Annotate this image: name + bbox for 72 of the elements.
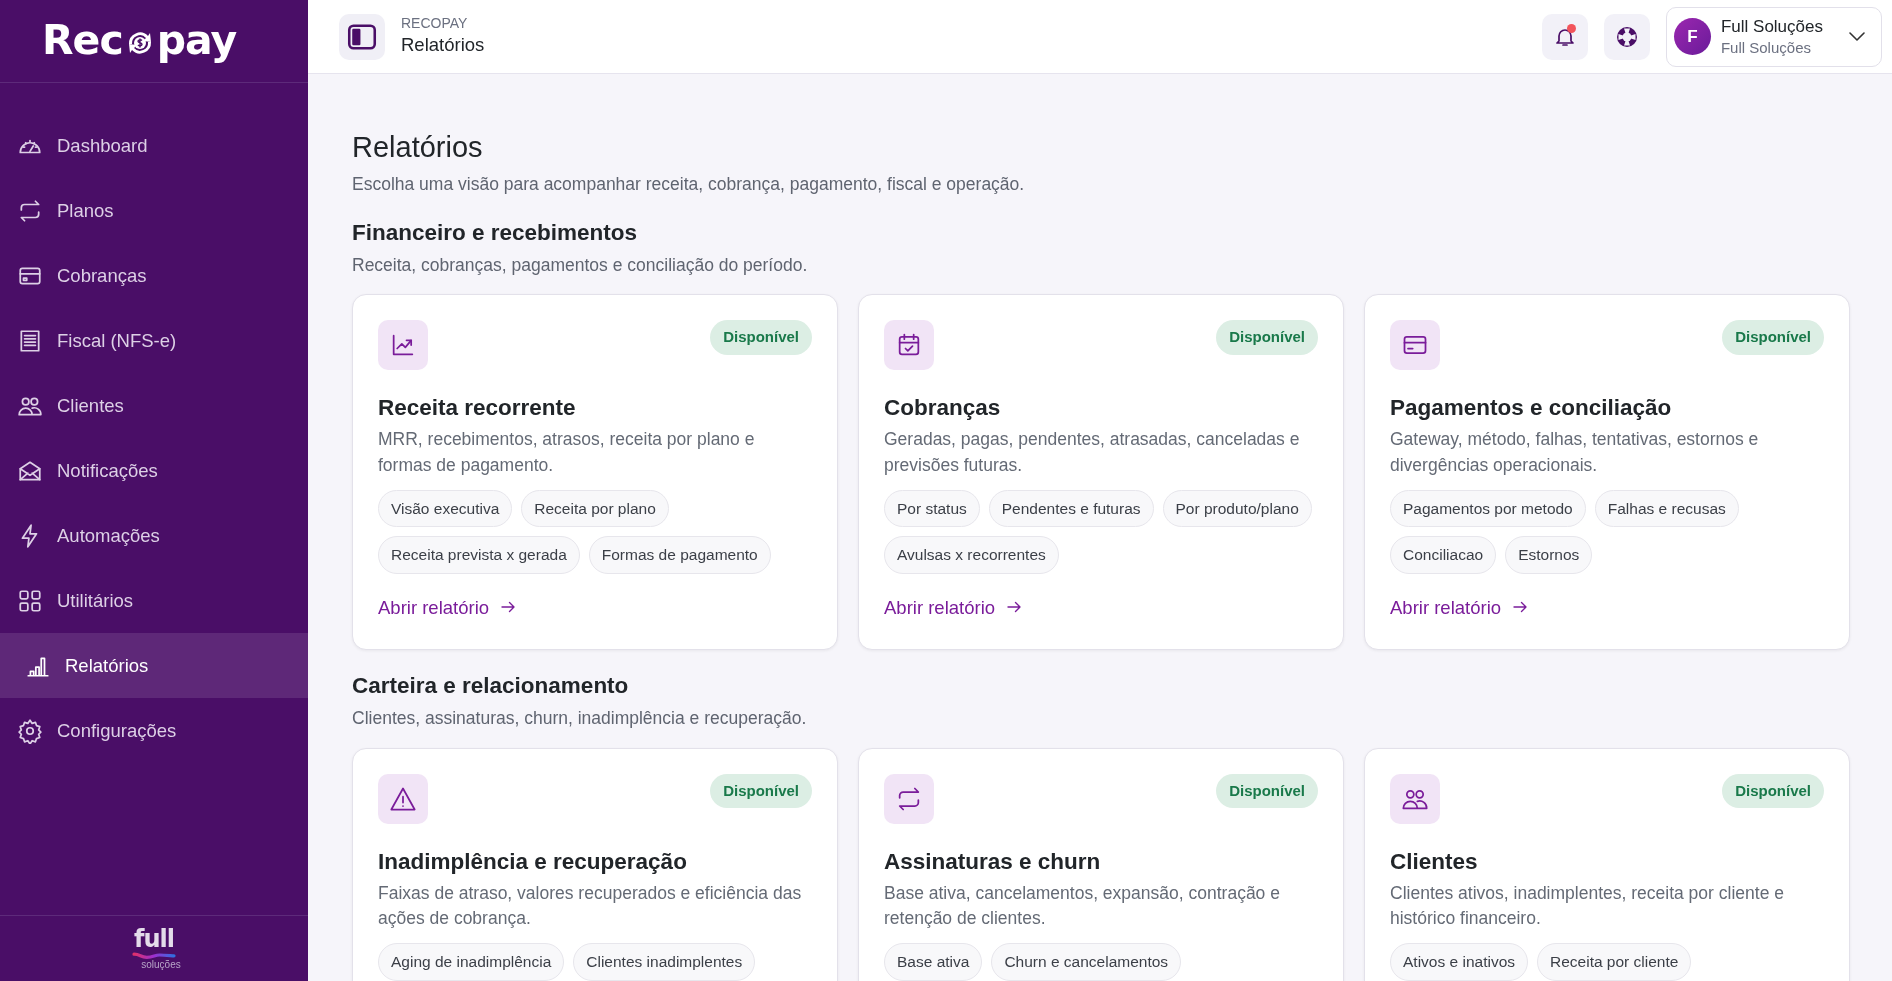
status-badge: Disponível (1216, 773, 1318, 809)
card-title: Inadimplência e recuperação (378, 847, 688, 875)
tag: Receita por cliente (1537, 943, 1692, 981)
tag: Pendentes e futuras (988, 490, 1154, 528)
tag: Pagamentos por metodo (1390, 490, 1586, 528)
tag: Churn e cancelamentos (991, 943, 1182, 981)
status-badge: Disponível (710, 773, 812, 809)
section-description: Clientes, assinaturas, churn, inadimplência e recuperação. (352, 707, 808, 731)
page-heading: Relatórios (352, 130, 484, 165)
tag: Por status (884, 490, 980, 528)
status-badge: Disponível (1722, 773, 1824, 809)
sidebar-item[interactable]: Fiscal (NFS-e) (0, 308, 308, 373)
sidebar-item[interactable]: Clientes (0, 373, 308, 438)
page-description: Escolha uma visão para acompanhar receita, cobrança, pagamento, fiscal e operação. (352, 172, 1026, 196)
tag: Clientes inadimplentes (573, 943, 756, 981)
tag: Conciliacao (1390, 536, 1497, 574)
card-description: Faixas de atraso, valores recuperados e eficiência das ações de cobrança. (378, 881, 803, 930)
sidebar-item[interactable]: Relatórios (0, 633, 308, 698)
user-menu[interactable]: F Full Soluções Full Soluções (1665, 6, 1882, 67)
app-name: RECOPAY (401, 15, 469, 32)
help-button[interactable] (1603, 13, 1650, 60)
avatar: F (1673, 18, 1711, 55)
tag: Aging de inadimplência (378, 943, 565, 981)
tag: Base ativa (884, 943, 983, 981)
open-report-link[interactable]: Abrir relatório (378, 593, 518, 622)
tag: Formas de pagamento (588, 536, 771, 574)
sidebar-toggle-button[interactable] (339, 13, 385, 60)
card-description: Clientes ativos, inadimplentes, receita por cliente e histórico financeiro. (1390, 881, 1785, 930)
sidebar-item[interactable]: Cobranças (0, 243, 308, 308)
tag: Estornos (1505, 536, 1593, 574)
card-description: MRR, recebimentos, atrasos, receita por plano e formas de pagamento. (378, 428, 756, 477)
section-description: Receita, cobranças, pagamentos e conciliação do período. (352, 254, 809, 278)
tag: Por produto/plano (1162, 490, 1312, 528)
receipt-icon (17, 327, 43, 354)
repeat-icon (17, 197, 43, 224)
tag: Falhas e recusas (1594, 490, 1739, 528)
status-badge: Disponível (1216, 320, 1318, 355)
card-title: Pagamentos e conciliação (1390, 394, 1673, 422)
tag: Receita prevista x gerada (378, 536, 580, 574)
notifications-button[interactable] (1541, 13, 1588, 60)
sidebar-item[interactable]: Automações (0, 503, 308, 568)
card-title: Cobranças (884, 394, 1002, 422)
card-title: Assinaturas e churn (884, 847, 1102, 875)
status-badge: Disponível (1722, 320, 1824, 355)
card-description: Gateway, método, falhas, tentativas, estornos e divergências operacionais. (1390, 428, 1760, 477)
open-report-link[interactable]: Abrir relatório (1390, 593, 1530, 622)
company-logo: full soluções (131, 927, 181, 970)
page-title: Relatórios (401, 32, 485, 57)
grid-icon (17, 587, 43, 614)
lifebuoy-icon (1614, 24, 1639, 49)
user-name: Full Soluções (1720, 15, 1823, 38)
tag: Visão executiva (378, 490, 513, 528)
gear-icon (17, 717, 43, 744)
card-title: Receita recorrente (378, 394, 577, 422)
sidebar-item[interactable]: Dashboard (0, 113, 308, 178)
card-description: Base ativa, cancelamentos, expansão, contração e retenção de clientes. (884, 881, 1281, 930)
sidebar-item[interactable]: Notificações (0, 438, 308, 503)
card-description: Geradas, pagas, pendentes, atrasadas, canceladas e previsões futuras. (884, 428, 1301, 477)
chevron-down-icon (1849, 32, 1865, 41)
tag: Ativos e inativos (1390, 943, 1528, 981)
tag: Receita por plano (521, 490, 669, 528)
tag: Avulsas x recorrentes (884, 536, 1059, 574)
sidebar-item[interactable]: Utilitários (0, 568, 308, 633)
section-heading: Carteira e relacionamento (352, 672, 630, 700)
company-name: Full Soluções (1720, 37, 1812, 58)
section-heading: Financeiro e recebimentos (352, 219, 639, 247)
sidebar-item[interactable]: Planos (0, 178, 308, 243)
status-badge: Disponível (710, 320, 812, 355)
logo: Rec pay (42, 15, 237, 67)
open-report-link[interactable]: Abrir relatório (884, 593, 1024, 622)
sidebar-item[interactable]: Configurações (0, 698, 308, 763)
card-title: Clientes (1390, 847, 1479, 875)
